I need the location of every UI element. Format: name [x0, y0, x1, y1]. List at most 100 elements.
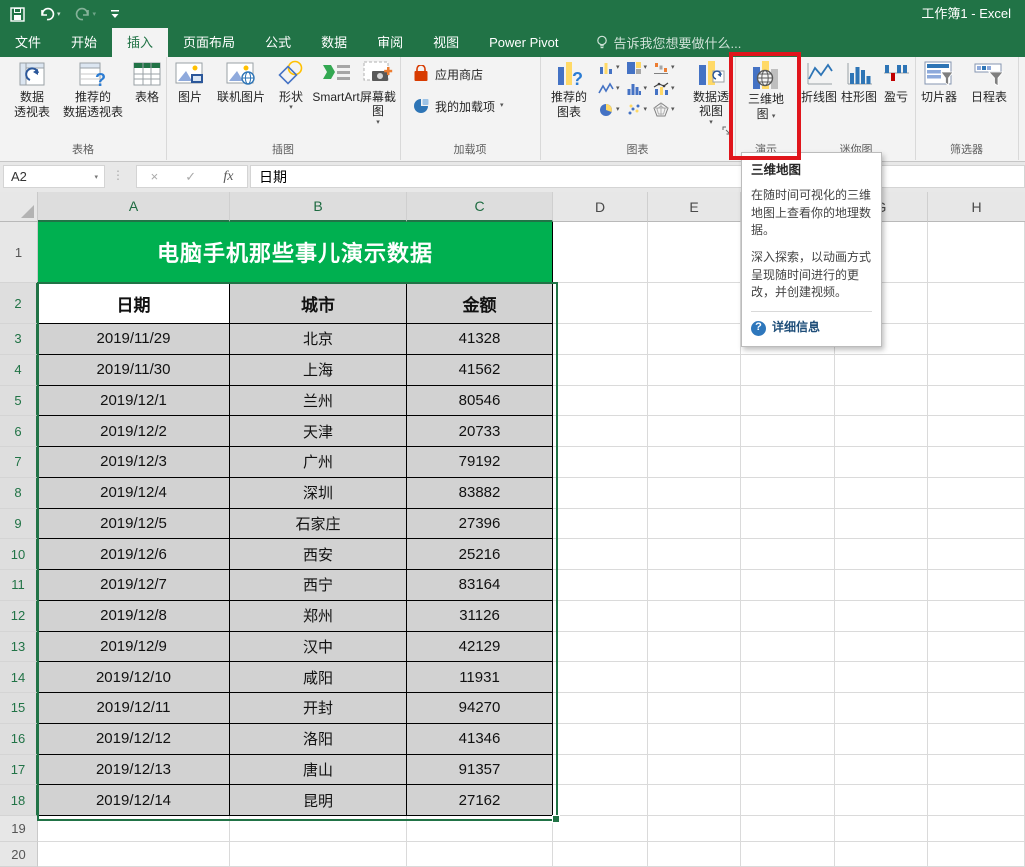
cell-city[interactable]: 北京 — [230, 324, 407, 355]
cell[interactable] — [553, 816, 648, 842]
column-header-h[interactable]: H — [928, 192, 1025, 222]
cell-city[interactable]: 唐山 — [230, 755, 407, 786]
map-3d-caret[interactable]: ▾ — [772, 113, 776, 120]
cell-city[interactable]: 上海 — [230, 355, 407, 386]
tab-power-pivot[interactable]: Power Pivot — [474, 28, 573, 57]
cell[interactable] — [230, 842, 407, 867]
insert-waterfall-chart-button[interactable]: ▾ — [653, 60, 675, 76]
cell[interactable] — [648, 632, 741, 663]
cell[interactable] — [741, 693, 835, 724]
cell-date[interactable]: 2019/12/13 — [38, 755, 230, 786]
row-header-13[interactable]: 13 — [0, 632, 38, 663]
shapes-caret[interactable]: ▾ — [289, 105, 293, 111]
cell-date[interactable]: 2019/12/5 — [38, 509, 230, 540]
cell[interactable] — [553, 842, 648, 867]
cell-amount[interactable]: 27396 — [407, 509, 553, 540]
row-header-10[interactable]: 10 — [0, 539, 38, 570]
cell[interactable] — [648, 662, 741, 693]
cell[interactable] — [230, 816, 407, 842]
row-header-12[interactable]: 12 — [0, 601, 38, 632]
cell[interactable] — [553, 662, 648, 693]
cell-amount[interactable]: 11931 — [407, 662, 553, 693]
cell[interactable] — [835, 632, 928, 663]
row-header-9[interactable]: 9 — [0, 509, 38, 540]
cell-date[interactable]: 2019/12/9 — [38, 632, 230, 663]
cell[interactable] — [553, 785, 648, 816]
cell-city[interactable]: 天津 — [230, 416, 407, 447]
cell[interactable] — [835, 662, 928, 693]
cell[interactable] — [835, 842, 928, 867]
my-addins-caret[interactable]: ▾ — [500, 103, 504, 109]
cell[interactable] — [648, 355, 741, 386]
cell[interactable] — [38, 816, 230, 842]
cell[interactable] — [741, 601, 835, 632]
tab-page-layout[interactable]: 页面布局 — [168, 28, 250, 57]
row-header-2[interactable]: 2 — [0, 283, 38, 324]
cell-date[interactable]: 2019/12/4 — [38, 478, 230, 509]
cell[interactable] — [648, 478, 741, 509]
header-cell-city[interactable]: 城市 — [230, 283, 407, 324]
cell-amount[interactable]: 83882 — [407, 478, 553, 509]
cell-amount[interactable]: 41328 — [407, 324, 553, 355]
sparkline-column-button[interactable]: 柱形图 — [839, 59, 879, 104]
cell[interactable] — [928, 816, 1025, 842]
cell-date[interactable]: 2019/12/11 — [38, 693, 230, 724]
cell[interactable] — [648, 724, 741, 755]
redo-caret[interactable]: ▾ — [93, 10, 97, 18]
row-header-19[interactable]: 19 — [0, 816, 38, 842]
formula-input[interactable]: 日期 — [250, 165, 1025, 188]
cell[interactable] — [835, 570, 928, 601]
column-header-c[interactable]: C — [407, 192, 553, 222]
cell[interactable] — [648, 785, 741, 816]
tell-me-box[interactable]: 告诉我您想要做什么... — [596, 28, 742, 57]
cell[interactable] — [835, 785, 928, 816]
cell-city[interactable]: 洛阳 — [230, 724, 407, 755]
cell-city[interactable]: 西宁 — [230, 570, 407, 601]
cell-date[interactable]: 2019/11/29 — [38, 324, 230, 355]
cell[interactable] — [928, 478, 1025, 509]
cell[interactable] — [741, 755, 835, 786]
cell[interactable] — [553, 447, 648, 478]
timeline-button[interactable]: 日程表 — [965, 59, 1013, 104]
insert-function-button[interactable]: fx — [223, 169, 233, 185]
recommended-pivottables-button[interactable]: ? 推荐的 数据透视表 — [56, 59, 130, 120]
cell-date[interactable]: 2019/12/2 — [38, 416, 230, 447]
column-header-d[interactable]: D — [553, 192, 648, 222]
cell-amount[interactable]: 41562 — [407, 355, 553, 386]
cell[interactable] — [407, 842, 553, 867]
cell[interactable] — [928, 693, 1025, 724]
cell[interactable] — [928, 416, 1025, 447]
row-header-7[interactable]: 7 — [0, 447, 38, 478]
cell[interactable] — [741, 509, 835, 540]
column-header-e[interactable]: E — [648, 192, 741, 222]
cell[interactable] — [553, 693, 648, 724]
cell-amount[interactable]: 91357 — [407, 755, 553, 786]
cell-amount[interactable]: 27162 — [407, 785, 553, 816]
undo-caret[interactable]: ▾ — [57, 10, 61, 18]
cell[interactable] — [835, 447, 928, 478]
pictures-button[interactable]: 图片 — [170, 59, 210, 104]
cell-date[interactable]: 2019/12/12 — [38, 724, 230, 755]
cell[interactable] — [648, 816, 741, 842]
cell[interactable] — [928, 386, 1025, 417]
cell[interactable] — [928, 632, 1025, 663]
column-header-b[interactable]: B — [230, 192, 407, 222]
row-header-6[interactable]: 6 — [0, 416, 38, 447]
tab-view[interactable]: 视图 — [418, 28, 474, 57]
cell[interactable] — [928, 283, 1025, 324]
row-header-8[interactable]: 8 — [0, 478, 38, 509]
cell-city[interactable]: 昆明 — [230, 785, 407, 816]
customize-qat-button[interactable] — [110, 8, 120, 20]
cell-amount[interactable]: 25216 — [407, 539, 553, 570]
cell[interactable] — [835, 539, 928, 570]
row-header-18[interactable]: 18 — [0, 785, 38, 816]
tooltip-more-info-link[interactable]: ? 详细信息 — [751, 319, 872, 336]
cell[interactable] — [648, 509, 741, 540]
cell[interactable] — [553, 416, 648, 447]
cell-city[interactable]: 汉中 — [230, 632, 407, 663]
cell[interactable] — [835, 816, 928, 842]
cell[interactable] — [928, 724, 1025, 755]
my-addins-button[interactable]: 我的加载项 ▾ — [412, 97, 504, 115]
cell[interactable] — [741, 724, 835, 755]
table-button[interactable]: 表格 — [130, 59, 164, 104]
